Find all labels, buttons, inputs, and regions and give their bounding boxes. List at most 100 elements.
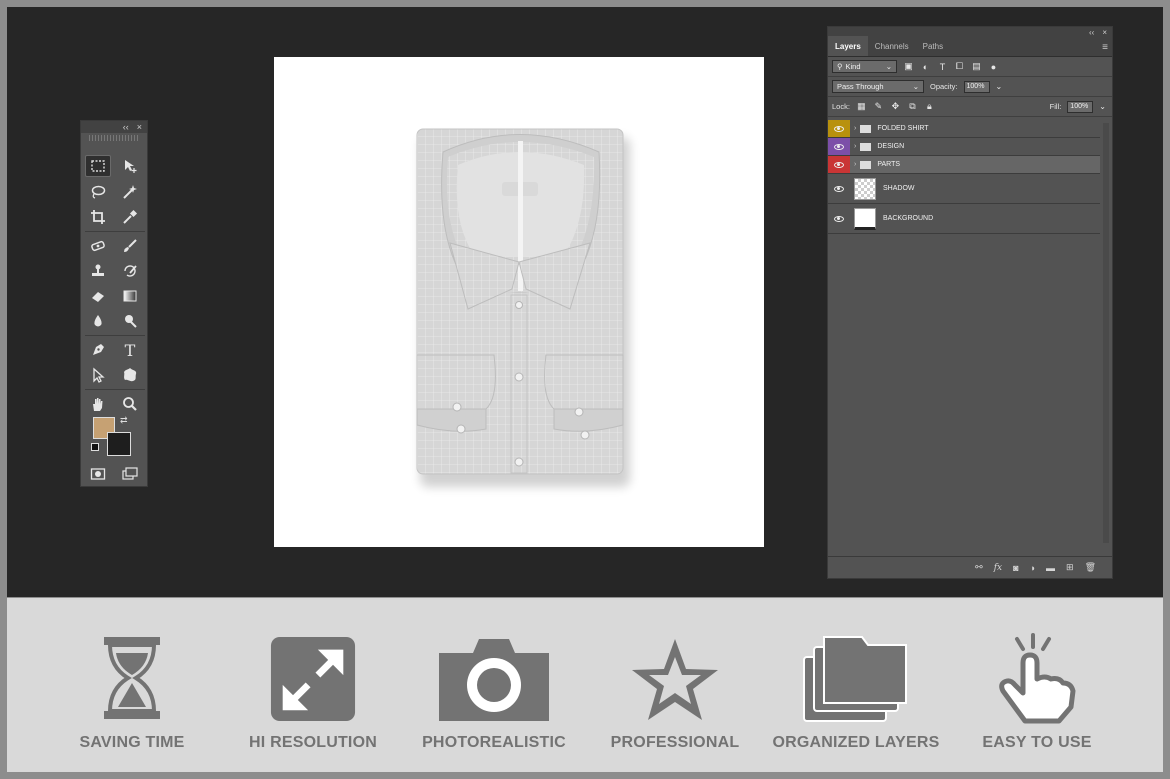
layer-name: BACKGROUND xyxy=(883,215,934,222)
close-icon[interactable]: × xyxy=(1102,28,1107,37)
chevron-down-icon: ⌄ xyxy=(885,62,892,71)
feature-label: SAVING TIME xyxy=(79,734,185,751)
feature-label: HI RESOLUTION xyxy=(249,734,377,751)
layer-row[interactable]: BACKGROUND xyxy=(828,204,1100,234)
layer-thumbnail xyxy=(854,207,876,230)
panel-grip[interactable] xyxy=(89,135,139,141)
collapse-icon[interactable]: ‹‹ xyxy=(123,122,129,132)
feature-easy-to-use: EASY TO USE xyxy=(947,633,1127,752)
swap-colors-icon[interactable]: ⇄ xyxy=(120,415,128,426)
collapse-icon[interactable]: ‹‹ xyxy=(1089,28,1094,37)
tab-paths[interactable]: Paths xyxy=(916,36,950,56)
feature-label: PHOTOREALISTIC xyxy=(422,734,566,751)
new-layer-icon[interactable]: ⊞ xyxy=(1066,562,1074,573)
folder-icon xyxy=(860,142,872,151)
eraser-icon[interactable] xyxy=(85,285,111,307)
chevron-down-icon[interactable]: ⌄ xyxy=(1099,102,1106,111)
camera-icon xyxy=(439,639,549,721)
document-canvas[interactable] xyxy=(274,57,764,547)
blur-icon[interactable] xyxy=(85,310,111,332)
blend-row: Pass Through ⌄ Opacity: 100% ⌄ xyxy=(828,77,1112,97)
frame: ‹‹ × T ⇄ ‹‹ × Layers Channels Paths ≡ ⚲ … xyxy=(0,0,1170,779)
tab-layers[interactable]: Layers xyxy=(828,36,868,56)
feature-organized-layers: ORGANIZED LAYERS xyxy=(766,633,946,752)
expand-chevron-icon[interactable]: › xyxy=(854,161,856,168)
visibility-eye-icon[interactable] xyxy=(828,120,850,137)
visibility-eye-icon[interactable] xyxy=(828,204,850,233)
tools-panel: ‹‹ × T ⇄ xyxy=(80,120,148,487)
type-filter-icon[interactable]: T xyxy=(937,62,948,72)
dodge-icon[interactable] xyxy=(117,310,143,332)
opacity-field[interactable]: 100% xyxy=(963,80,990,93)
panel-tabs: Layers Channels Paths ≡ xyxy=(828,36,1112,57)
brush-icon[interactable] xyxy=(117,235,143,257)
filter-kind-value: Kind xyxy=(845,62,861,71)
layer-row[interactable]: › PARTS xyxy=(828,156,1100,174)
background-color-swatch[interactable] xyxy=(107,432,131,456)
lock-all-icon[interactable]: 🔒︎ xyxy=(924,101,935,112)
link-layers-icon[interactable]: ⚯ xyxy=(975,562,983,573)
blend-mode-value: Pass Through xyxy=(837,82,884,91)
crop-icon[interactable] xyxy=(85,206,111,228)
lock-artboard-icon[interactable]: ⧉ xyxy=(907,101,918,112)
pen-icon[interactable] xyxy=(85,339,111,361)
rectangular-marquee-icon[interactable] xyxy=(85,155,111,177)
add-mask-icon[interactable]: ◙ xyxy=(1013,563,1018,573)
eyedropper-icon[interactable] xyxy=(117,206,143,228)
lock-pixels-icon[interactable]: ✎ xyxy=(873,101,884,112)
lock-transparent-icon[interactable]: ▦ xyxy=(856,101,867,112)
visibility-eye-icon[interactable] xyxy=(828,156,850,173)
feature-label: EASY TO USE xyxy=(982,734,1092,751)
magic-wand-icon[interactable] xyxy=(117,181,143,203)
star-icon xyxy=(632,639,718,720)
filter-kind-select[interactable]: ⚲ Kind ⌄ xyxy=(832,60,897,73)
feature-label: PROFESSIONAL xyxy=(610,734,740,751)
visibility-eye-icon[interactable] xyxy=(828,174,850,203)
spot-healing-icon[interactable] xyxy=(85,235,111,257)
history-brush-icon[interactable] xyxy=(117,260,143,282)
filter-toggle-icon[interactable]: ● xyxy=(988,62,999,72)
zoom-icon[interactable] xyxy=(117,393,143,415)
clone-stamp-icon[interactable] xyxy=(85,260,111,282)
layer-name: DESIGN xyxy=(877,143,905,150)
panel-menu-icon[interactable]: ≡ xyxy=(1102,42,1108,53)
gradient-icon[interactable] xyxy=(117,285,143,307)
tools-divider xyxy=(85,335,145,336)
expand-chevron-icon[interactable]: › xyxy=(854,143,856,150)
default-colors-icon[interactable] xyxy=(91,443,99,451)
new-group-icon[interactable]: ▬ xyxy=(1046,563,1055,573)
fx-icon[interactable]: fx xyxy=(994,563,1002,573)
layer-row[interactable]: › FOLDED SHIRT xyxy=(828,120,1100,138)
custom-shape-icon[interactable] xyxy=(117,364,143,386)
trash-icon[interactable]: 🗑︎ xyxy=(1085,562,1096,573)
visibility-eye-icon[interactable] xyxy=(828,138,850,155)
feature-saving-time: SAVING TIME xyxy=(42,633,222,752)
layer-thumbnail xyxy=(854,177,876,200)
move-icon[interactable] xyxy=(117,155,143,177)
layer-row[interactable]: SHADOW xyxy=(828,174,1100,204)
tab-channels[interactable]: Channels xyxy=(868,36,916,56)
chevron-down-icon[interactable]: ⌄ xyxy=(996,82,1003,91)
lock-position-icon[interactable]: ✥ xyxy=(890,101,901,112)
screen-mode-icon[interactable] xyxy=(117,463,143,485)
blend-mode-select[interactable]: Pass Through ⌄ xyxy=(832,80,924,93)
adjustment-layer-icon[interactable]: ◑ xyxy=(1030,563,1035,573)
hand-icon[interactable] xyxy=(85,393,111,415)
close-icon[interactable]: × xyxy=(137,122,142,132)
adjustment-filter-icon[interactable]: ◐ xyxy=(920,62,931,72)
pixel-filter-icon[interactable]: ▣ xyxy=(903,61,914,72)
fill-label: Fill: xyxy=(1049,102,1062,111)
lasso-icon[interactable] xyxy=(85,181,111,203)
tools-divider xyxy=(85,389,145,390)
smart-object-filter-icon[interactable]: ▤ xyxy=(971,61,982,72)
layers-scrollbar[interactable] xyxy=(1103,123,1109,543)
fill-field[interactable]: 100% xyxy=(1067,100,1094,113)
type-icon[interactable]: T xyxy=(117,339,143,361)
quick-mask-icon[interactable] xyxy=(85,463,111,485)
shape-filter-icon[interactable]: ⧠ xyxy=(954,61,965,72)
tap-hand-icon xyxy=(999,633,1076,724)
path-selection-icon[interactable] xyxy=(85,364,111,386)
lock-label: Lock: xyxy=(832,102,850,111)
layer-row[interactable]: › DESIGN xyxy=(828,138,1100,156)
expand-chevron-icon[interactable]: › xyxy=(854,125,856,132)
